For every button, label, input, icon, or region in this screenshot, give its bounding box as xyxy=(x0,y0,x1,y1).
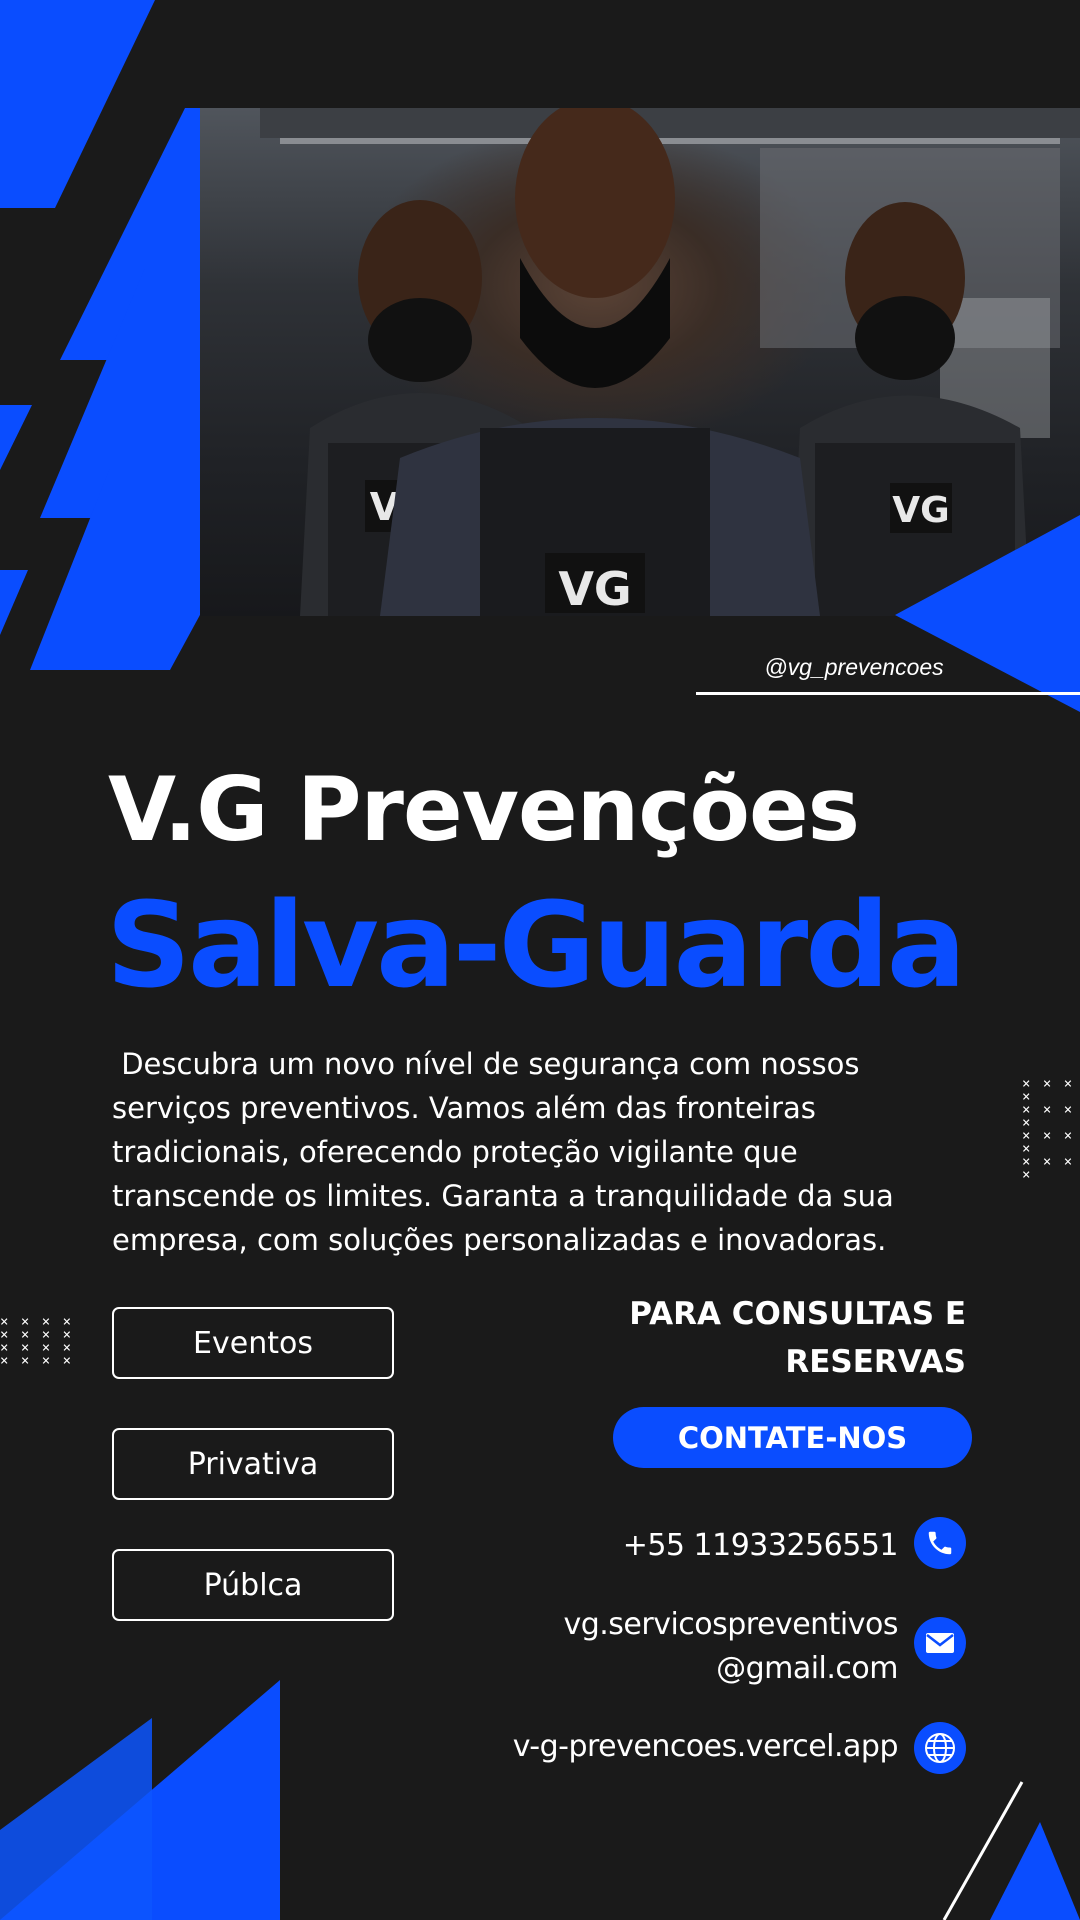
email-icon[interactable] xyxy=(914,1617,966,1669)
contact-heading-line1: PARA CONSULTAS E xyxy=(629,1296,966,1332)
guards-illustration: VG VG VG xyxy=(260,108,1080,616)
contact-heading: PARA CONSULTAS E RESERVAS xyxy=(546,1290,966,1386)
contact-us-button[interactable]: CONTATE-NOS xyxy=(613,1407,972,1468)
blue-stripe-left-b xyxy=(0,570,28,635)
social-handle: @vg_prevencoes xyxy=(764,654,944,680)
page-subtitle: Salva-Guarda xyxy=(106,876,966,1014)
service-button-publica[interactable]: Públca xyxy=(112,1549,394,1621)
vest-label-center: VG xyxy=(558,562,631,616)
vest-label-right: VG xyxy=(892,490,949,531)
blue-stripe-top-left xyxy=(0,0,155,208)
globe-icon[interactable] xyxy=(914,1722,966,1774)
dot-pattern-right: × × × × × × × × × × × × × × × × xyxy=(1022,1076,1075,1183)
page-title: V.G Prevenções xyxy=(108,758,860,861)
website-link[interactable]: v-g-prevencoes.vercel.app xyxy=(513,1725,899,1769)
email-line2: @gmail.com xyxy=(716,1651,898,1686)
email-line1: vg.servicospreventivos xyxy=(563,1607,898,1642)
phone-icon[interactable] xyxy=(914,1517,966,1569)
service-button-eventos[interactable]: Eventos xyxy=(112,1307,394,1379)
phone-number[interactable]: +55 11933256551 xyxy=(623,1524,899,1568)
email-address[interactable]: vg.servicospreventivos @gmail.com xyxy=(563,1603,898,1691)
blue-triangle-bottom-left-2 xyxy=(0,1718,152,1920)
contact-heading-line2: RESERVAS xyxy=(785,1344,966,1380)
hero-photo: VG VG VG xyxy=(200,108,1080,616)
handle-underline xyxy=(696,692,1080,695)
dot-pattern-left: × × × × × × × × × × × × × × × × xyxy=(0,1314,74,1369)
service-button-privativa[interactable]: Privativa xyxy=(112,1428,394,1500)
blue-stripe-left-a xyxy=(0,405,32,470)
description-text: Descubra um novo nível de segurança com … xyxy=(112,1047,894,1257)
